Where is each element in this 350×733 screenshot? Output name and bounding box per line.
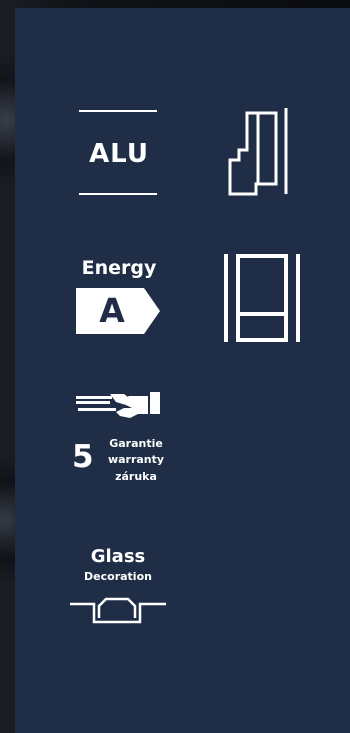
window-profile-icon xyxy=(228,108,294,196)
warranty-years: 5 xyxy=(72,439,94,475)
window-frame-icon xyxy=(224,254,300,342)
glass-subtitle: Decoration xyxy=(84,570,152,583)
alu-top-rule xyxy=(79,110,157,112)
energy-class: A xyxy=(99,291,125,330)
glass-decoration-icon xyxy=(70,597,166,624)
warranty-label-cz: záruka xyxy=(115,470,157,483)
warranty-badge: 5 Garantie warranty záruka xyxy=(72,390,172,490)
alu-badge: ALU xyxy=(79,110,159,196)
glass-decoration-badge: Glass Decoration xyxy=(68,546,168,636)
alu-bottom-rule xyxy=(79,193,157,195)
energy-title: Energy xyxy=(81,257,157,279)
alu-label: ALU xyxy=(89,139,149,169)
features-panel xyxy=(15,8,350,733)
glass-title: Glass xyxy=(90,546,146,567)
handshake-icon xyxy=(76,392,160,418)
warranty-label-en: warranty xyxy=(107,453,165,466)
warranty-label-de: Garantie xyxy=(109,437,163,450)
energy-label: Energy A xyxy=(74,257,164,337)
